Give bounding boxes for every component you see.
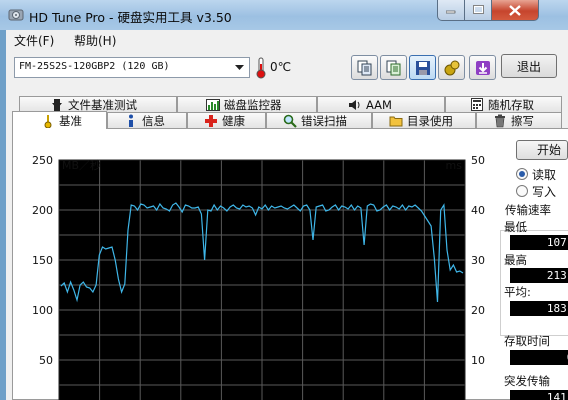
start-button[interactable]: 开始	[516, 140, 568, 160]
tab-label: 随机存取	[488, 97, 534, 112]
min-label: 最低	[504, 220, 527, 234]
exit-button[interactable]: 退出	[501, 54, 557, 78]
menu-file[interactable]: 文件(F)	[14, 32, 54, 49]
random-access-icon	[470, 98, 484, 112]
copy-info-button[interactable]	[351, 55, 378, 80]
save-button[interactable]	[409, 55, 436, 80]
thermometer-icon	[256, 57, 266, 79]
y-left-tick-label: 150	[32, 254, 53, 267]
window-client: 文件(F) 帮助(H) FM-25S2S-120GBP2 (120 GB) 0℃…	[6, 30, 568, 400]
options-icon	[444, 60, 459, 75]
write-radio-label: 写入	[532, 185, 557, 199]
tab-folder-usage[interactable]: 目录使用	[372, 112, 476, 128]
y-left-tick-label: 200	[32, 204, 53, 217]
y-left-tick-label: 50	[39, 354, 53, 367]
close-button[interactable]	[492, 0, 539, 21]
speaker-icon	[348, 98, 362, 112]
tab-label: 基准	[59, 113, 82, 128]
minimize-button[interactable]	[437, 0, 465, 21]
tab-health[interactable]: 健康	[187, 112, 266, 128]
options-button[interactable]	[438, 55, 465, 80]
health-icon	[204, 114, 218, 128]
save-icon	[415, 60, 430, 75]
y-left-tick-label: 250	[32, 154, 53, 167]
window-title: HD Tune Pro - 硬盘实用工具 v3.50	[29, 10, 232, 25]
access-time-value: 0.	[510, 350, 568, 365]
read-radio-label: 读取	[532, 168, 557, 182]
y-right-tick-label: 20	[471, 304, 485, 317]
download-icon	[475, 60, 490, 75]
download-button[interactable]	[469, 55, 496, 80]
y-right-tick-label: 40	[471, 204, 485, 217]
copy-text-button[interactable]	[380, 55, 407, 80]
burst-rate-label: 突发传输	[504, 374, 550, 388]
y-left-tick-label: 100	[32, 304, 53, 317]
title-bar: HD Tune Pro - 硬盘实用工具 v3.50	[0, 0, 568, 30]
tab-info[interactable]: 信息	[107, 112, 187, 128]
maximize-icon	[472, 5, 484, 14]
y-right-tick-label: 50	[471, 154, 485, 167]
chevron-down-icon	[232, 60, 247, 75]
tab-label: 错误扫描	[301, 113, 347, 128]
tab-benchmark[interactable]: 基准	[12, 111, 107, 129]
benchmark-chart: 250 200 150 100 50 50 40 30 20 10 MB／秒 ms	[32, 154, 485, 400]
menu-help[interactable]: 帮助(H)	[74, 32, 116, 49]
transfer-rate-title: 传输速率	[504, 202, 552, 218]
tab-label: 健康	[222, 113, 245, 128]
minimize-icon	[446, 10, 456, 14]
tab-erase[interactable]: 擦写	[476, 112, 562, 128]
y-left-unit-label: MB／秒	[62, 158, 101, 172]
tab-disk-monitor[interactable]: 磁盘监控器	[177, 96, 317, 112]
benchmark-icon	[41, 114, 55, 128]
write-radio[interactable]	[516, 185, 528, 197]
tab-label: 信息	[142, 113, 165, 128]
y-right-tick-label: 10	[471, 354, 485, 367]
y-right-unit-label: ms	[446, 159, 463, 172]
avg-label: 平均:	[504, 285, 531, 299]
max-label: 最高	[504, 253, 527, 267]
drive-select-value: FM-25S2S-120GBP2 (120 GB)	[19, 61, 170, 72]
copy-text-icon	[386, 60, 400, 75]
erase-icon	[493, 114, 507, 128]
close-icon	[509, 4, 521, 16]
error-scan-icon	[283, 114, 297, 128]
tab-label: 目录使用	[407, 113, 453, 128]
max-value: 213.4	[510, 268, 568, 283]
read-radio[interactable]	[516, 168, 528, 180]
app-icon	[8, 9, 24, 21]
min-value: 107.1	[510, 235, 568, 250]
copy-info-icon	[357, 60, 371, 75]
drive-select[interactable]: FM-25S2S-120GBP2 (120 GB)	[14, 57, 250, 78]
maximize-button[interactable]	[465, 0, 492, 21]
y-right-tick-label: 30	[471, 254, 485, 267]
tab-label: 磁盘监控器	[224, 97, 282, 112]
disk-monitor-icon	[206, 98, 220, 112]
access-time-label: 存取时间	[504, 334, 550, 348]
tab-file-benchmark[interactable]: 文件基准测试	[19, 96, 177, 112]
folder-icon	[389, 114, 403, 128]
menu-bar: 文件(F) 帮助(H)	[6, 30, 568, 50]
info-icon	[124, 114, 138, 128]
tab-random-access[interactable]: 随机存取	[445, 96, 562, 112]
temperature-value: 0℃	[270, 60, 292, 74]
tab-label: 擦写	[511, 113, 534, 128]
burst-rate-value: 141.9	[510, 390, 568, 400]
tab-aam[interactable]: AAM	[317, 96, 445, 112]
avg-value: 183.0	[510, 301, 568, 316]
file-benchmark-icon	[50, 98, 64, 112]
tab-label: AAM	[366, 97, 392, 112]
tab-error-scan[interactable]: 错误扫描	[266, 112, 372, 128]
